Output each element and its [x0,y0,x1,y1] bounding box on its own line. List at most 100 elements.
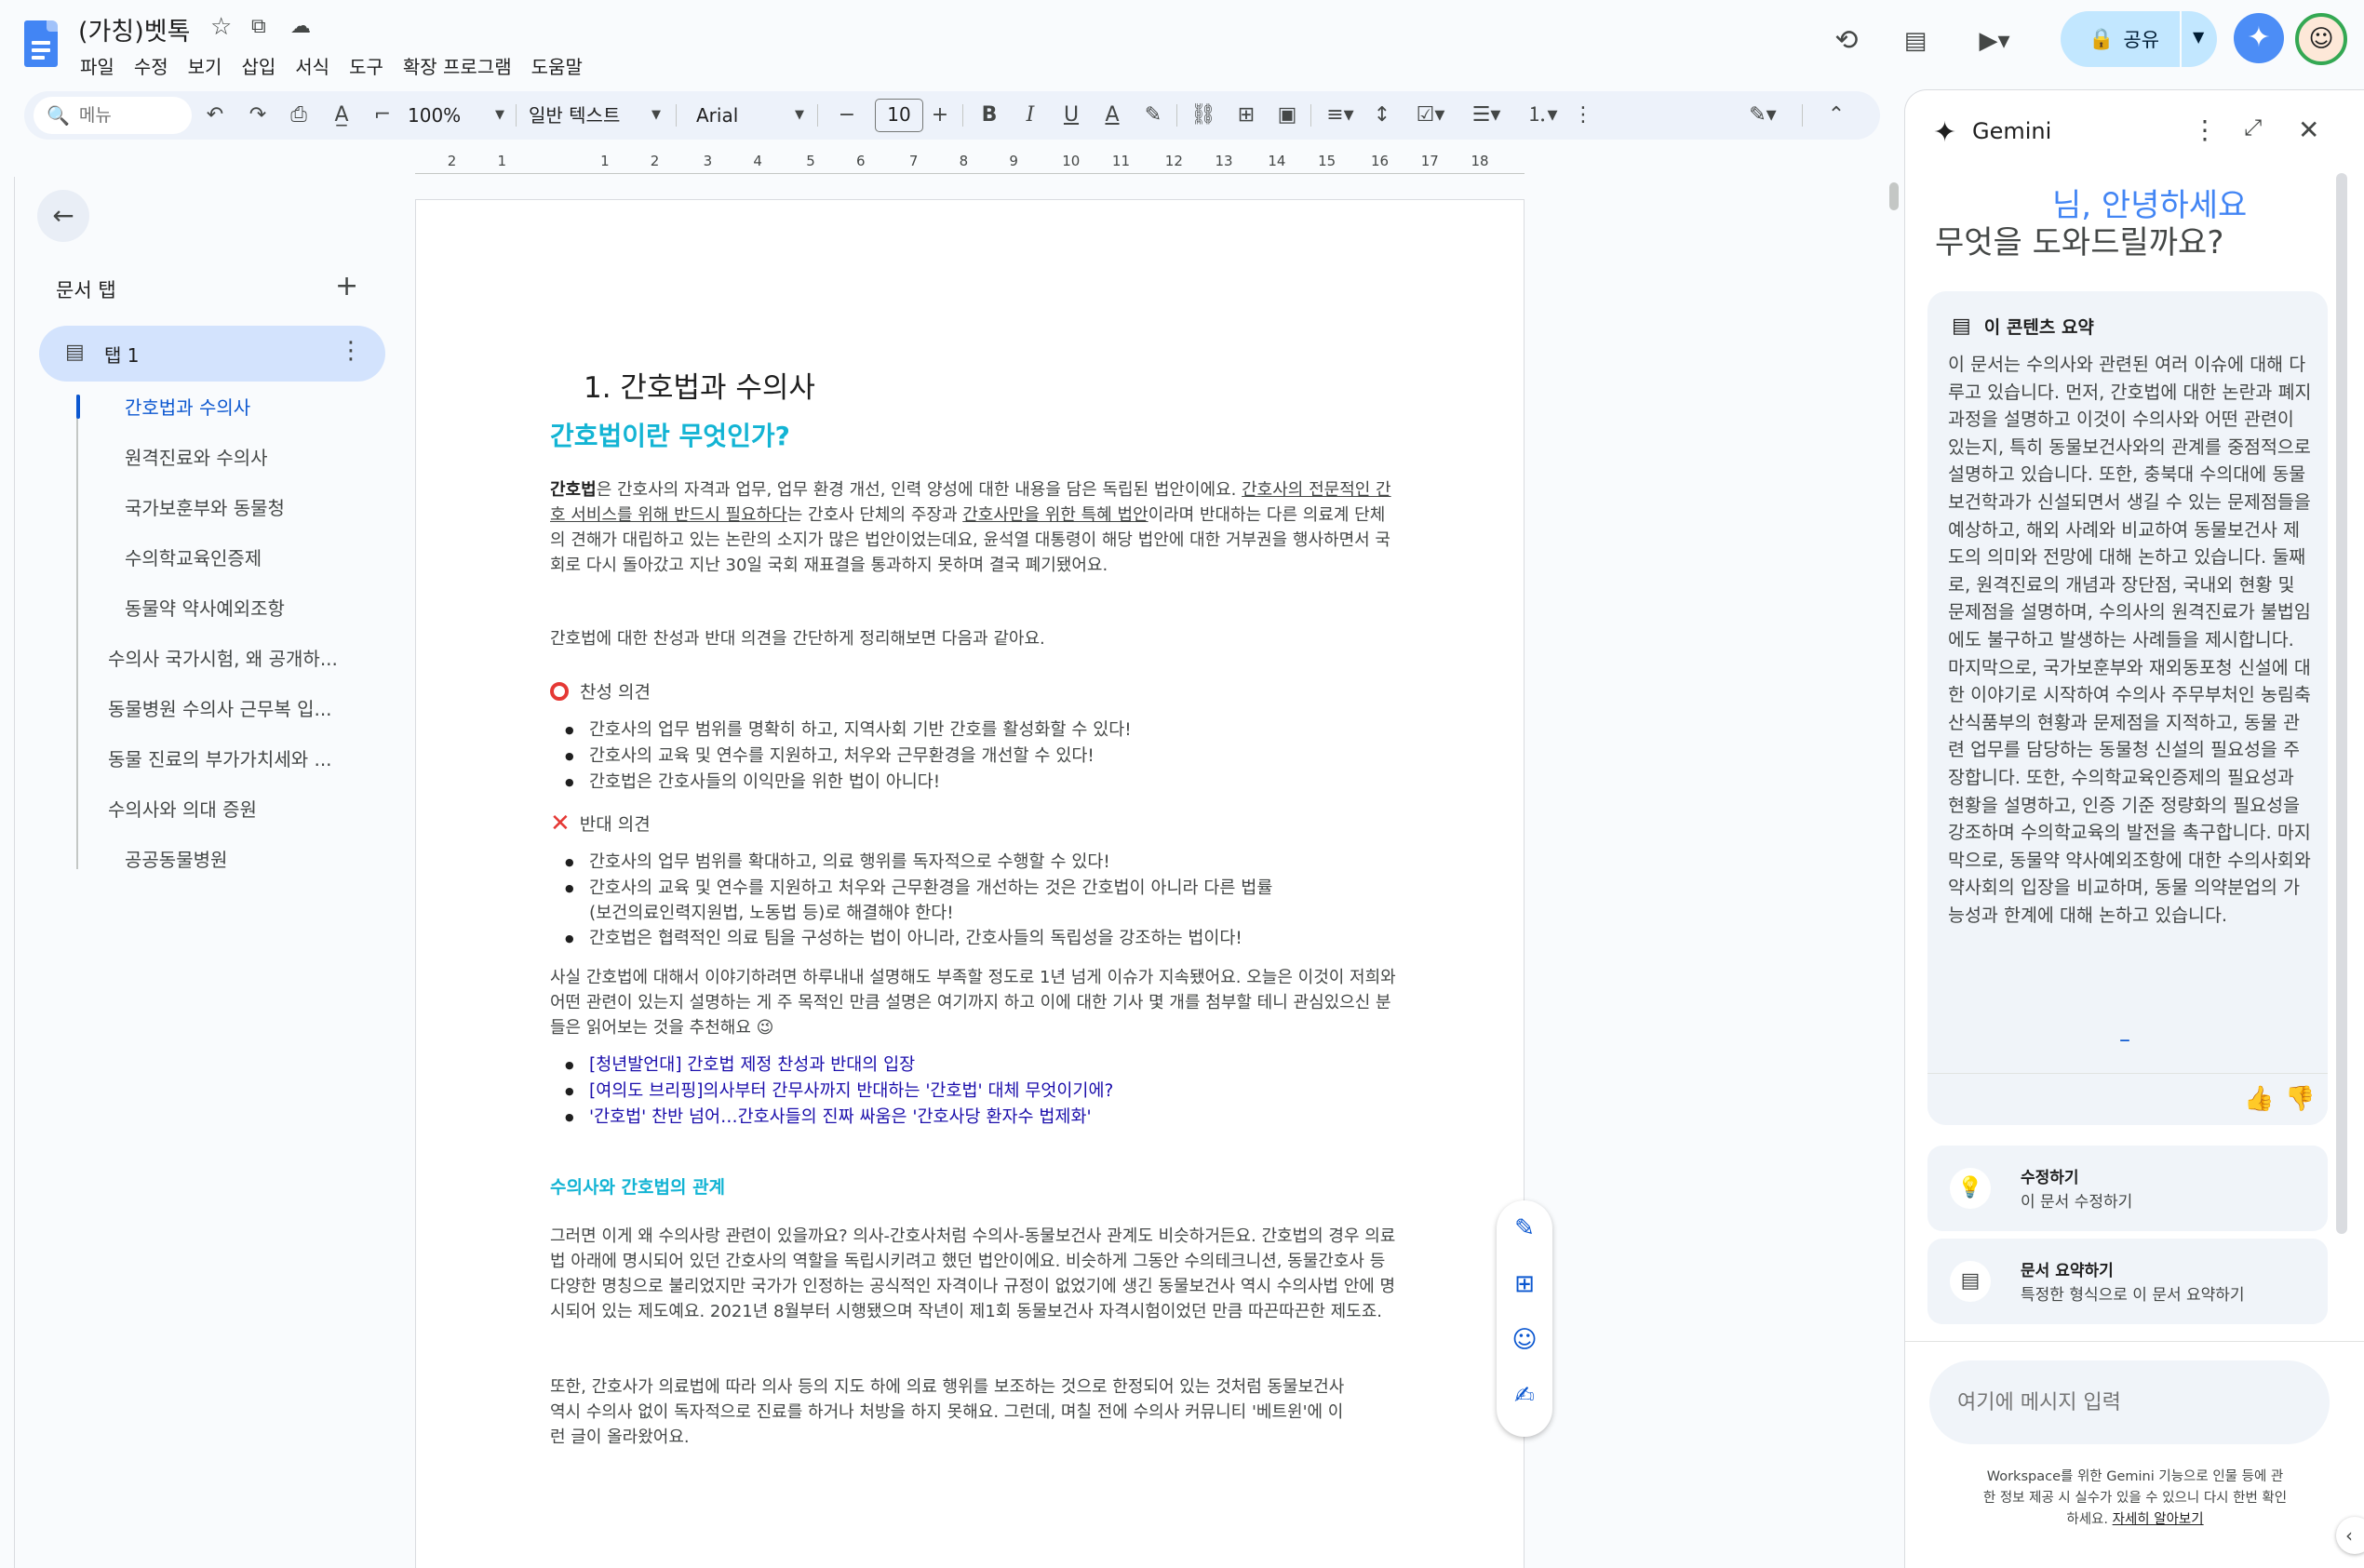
text-color-icon[interactable]: A [1098,97,1126,134]
menu-search[interactable]: 🔍 [34,97,192,134]
redo-icon[interactable]: ↷ [244,97,272,134]
menu-edit[interactable]: 수정 [134,50,179,81]
lightbulb-icon: 💡 [1950,1168,1991,1209]
docs-logo-icon[interactable] [24,20,58,67]
add-emoji-reaction-icon[interactable]: ☺ [1510,1325,1539,1355]
outline-item-accreditation[interactable]: 수의학교육인증제 [125,543,262,570]
gemini-message-input[interactable] [1929,1360,2330,1444]
formatting-toolbar: 🔍 ↶ ↷ ⎙ A̲ ⌐ 100%▼ 일반 텍스트▼ Arial▼ − 10 +… [24,91,1880,140]
suggestion-edit[interactable]: 💡 수정하기 이 문서 수정하기 [1927,1146,2328,1231]
insert-image-icon[interactable]: ▣ [1273,97,1301,134]
article-link-1[interactable]: [청년발언대] 간호법 제정 찬성과 반대의 입장 [565,1052,1408,1078]
paragraph-style-select[interactable]: 일반 텍스트 ▼ [521,97,661,134]
menu-tools[interactable]: 도구 [349,50,394,81]
outline-item-vat[interactable]: 동물 진료의 부가가치세와 ... [108,744,332,771]
menu-help[interactable]: 도움말 [531,50,593,81]
outline-item-telemedicine[interactable]: 원격진료와 수의사 [125,443,268,470]
outline-item-nursing-law[interactable]: 간호법과 수의사 [125,393,250,420]
paragraph-5: 또한, 간호사가 의료법에 따라 의사 등의 지도 하에 의료 행위를 보조하는… [550,1377,1345,1447]
floating-side-tools: ✎ ⊞ ☺ ✍ [1497,1200,1552,1437]
collapse-toolbar-icon[interactable]: ⌃ [1822,97,1850,134]
outline-item-work-uniform[interactable]: 동물병원 수의사 근무복 입... [108,694,332,721]
list-item: 간호사의 교육 및 연수를 지원하고 처우와 근무환경을 개선하는 것은 간호법… [565,876,1278,926]
increase-font-size-icon[interactable]: + [929,97,951,134]
numbered-list-icon[interactable]: ⒈▾ [1519,97,1565,134]
add-comment-icon[interactable]: ⊞ [1510,1269,1539,1299]
highlight-color-icon[interactable]: ✎ [1139,97,1167,134]
menu-format[interactable]: 서식 [295,50,340,81]
more-options-icon[interactable]: ⋮ [2192,114,2218,145]
article-link-3[interactable]: '간호법' 찬반 넘어…간호사들의 진짜 싸움은 '간호사당 환자수 법제화' [565,1105,1408,1130]
suggestion-summarize[interactable]: ▤ 문서 요약하기 특정한 형식으로 이 문서 요약하기 [1927,1239,2328,1324]
outline-item-national-exam[interactable]: 수의사 국가시험, 왜 공개하... [108,644,338,671]
more-icon[interactable]: ⋮ [1571,97,1595,134]
menu-file[interactable]: 파일 [80,50,125,81]
editing-mode-icon[interactable]: ✎▾ [1737,97,1789,134]
line-spacing-icon[interactable]: ↕ [1368,97,1396,134]
version-history-icon[interactable]: ⟲ [1826,20,1867,61]
close-icon[interactable]: ✕ [2298,114,2319,145]
tab-options-icon[interactable]: ⋮ [339,337,363,365]
outline-item-med-school-quota[interactable]: 수의사와 의대 증원 [108,795,257,822]
tabs-header: 문서 탭 [56,279,116,302]
menu-view[interactable]: 보기 [188,50,233,81]
italic-icon[interactable]: I [1016,97,1044,134]
menu-extensions[interactable]: 확장 프로그램 [403,50,522,81]
comments-icon[interactable]: ▤ [1895,20,1936,61]
ruler-number: 2 [447,153,457,169]
undo-icon[interactable]: ↶ [201,97,229,134]
add-tab-icon[interactable]: + [335,270,358,302]
bulleted-list-icon[interactable]: ☰▾ [1463,97,1510,134]
decrease-font-size-icon[interactable]: − [836,97,858,134]
font-select[interactable]: Arial ▼ [689,97,804,134]
align-icon[interactable]: ≡▾ [1322,97,1359,134]
summarize-icon: ▤ [1950,1261,1991,1302]
ruler-number: 16 [1371,153,1390,169]
share-button[interactable]: 🔒 공유 ▼ [2061,11,2217,67]
chevron-down-icon[interactable]: ▼ [2193,28,2204,46]
ruler-number: 11 [1111,153,1130,169]
zoom-select[interactable]: 100% ▼ [400,97,504,134]
thumbs-up-icon[interactable]: 👍 [2244,1085,2274,1113]
spellcheck-icon[interactable]: A̲ [328,97,356,134]
star-icon[interactable]: ☆ [210,13,232,41]
document-title[interactable]: (가칭)벳톡 [78,11,190,47]
checklist-icon[interactable]: ☑▾ [1407,97,1454,134]
outline-item-public-animal-hospital[interactable]: 공공동물병원 [125,845,227,872]
move-folder-icon[interactable]: ⧉ [251,13,266,41]
con-opinion-heading: ✕ 반대 의견 [550,809,651,838]
list-item: 간호사의 교육 및 연수를 지원하고, 처우와 근무환경을 개선할 수 있다! [565,744,1408,769]
help-me-write-icon[interactable]: ✎ [1510,1213,1539,1243]
avatar[interactable]: ☺ [2295,13,2347,65]
learn-more-link[interactable]: 자세히 알아보기 [2113,1512,2204,1527]
gemini-scrollbar[interactable] [2336,173,2347,1234]
list-item: 간호법은 간호사들의 이익만을 위한 법이 아니다! [565,770,1408,795]
menu-insert[interactable]: 삽입 [241,50,286,81]
article-link-2[interactable]: [여의도 브리핑]의사부터 간무사까지 반대하는 '간호법' 대체 무엇이기에? [565,1079,1408,1104]
summarize-icon: ▤ [1952,315,1971,338]
bold-icon[interactable]: B [975,97,1003,134]
underline-icon[interactable]: U [1057,97,1085,134]
print-icon[interactable]: ⎙ [285,97,313,134]
document-page[interactable]: 1. 간호법과 수의사 간호법이란 무엇인가? 간호법은 간호사의 자격과 업무… [415,199,1525,1568]
document-scrollbar[interactable] [1889,182,1899,210]
menu-search-input[interactable] [78,105,172,126]
gemini-sparkle-icon[interactable]: ✦ [2234,13,2284,63]
heading-3: 수의사와 간호법의 관계 [550,1177,726,1198]
paragraph-2: 간호법에 대한 찬성과 반대 의견을 간단하게 정리해보면 다음과 같아요. [550,629,1045,649]
summary-card: ▤ 이 콘텐츠 요약 이 문서는 수의사와 관련된 여러 이슈에 대해 다루고 … [1927,291,2328,1125]
insert-link-icon[interactable]: ⛓ [1189,97,1217,134]
cloud-saved-icon[interactable]: ☁ [290,13,311,41]
font-size-input[interactable]: 10 [875,99,923,132]
expand-icon[interactable]: ⤢ [2244,114,2262,141]
tab-1[interactable]: ▤ 탭 1 ⋮ [39,326,385,382]
lock-icon: 🔒 [2089,27,2115,51]
thumbs-down-icon[interactable]: 👎 [2285,1085,2315,1113]
meet-icon[interactable]: ▶▾ [1962,20,2027,61]
add-comment-icon[interactable]: ⊞ [1232,97,1260,134]
outline-item-veterans-ministry[interactable]: 국가보훈부와 동물청 [125,493,285,520]
suggest-edits-icon[interactable]: ✍ [1510,1381,1539,1411]
paint-format-icon[interactable]: ⌐ [369,97,396,134]
outline-item-pharmacist-exception[interactable]: 동물약 약사예외조항 [125,594,285,621]
back-arrow-icon[interactable]: ← [37,190,89,242]
